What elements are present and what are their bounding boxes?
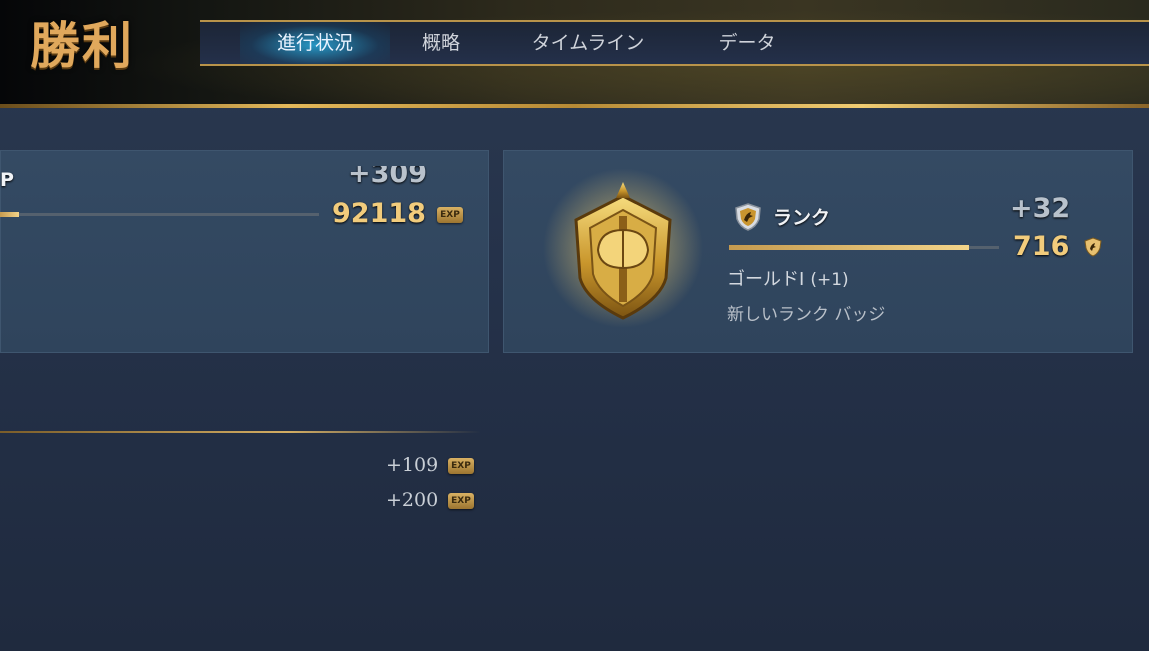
rank-gain: +32 bbox=[1010, 193, 1071, 224]
breakdown-value-1: +109 bbox=[386, 454, 439, 476]
gold-axe-shield-icon bbox=[543, 168, 703, 328]
tab-data[interactable]: データ bbox=[700, 22, 794, 64]
exp-icon: EXP bbox=[448, 493, 474, 509]
xp-total: 92118 bbox=[332, 198, 426, 229]
result-title: 勝利 bbox=[30, 16, 134, 75]
xp-label: P bbox=[0, 169, 14, 191]
exp-icon: EXP bbox=[448, 458, 474, 474]
rank-tier: ゴールドⅠ (+1) bbox=[727, 265, 849, 291]
xp-progress-fill bbox=[0, 212, 20, 217]
breakdown-value-2: +200 bbox=[386, 489, 439, 511]
xp-progress-bar bbox=[0, 212, 319, 217]
rank-points: 716 bbox=[1013, 231, 1070, 262]
tab-bar: 進行状況 概略 タイムライン データ bbox=[200, 20, 1149, 66]
exp-icon: EXP bbox=[437, 207, 463, 223]
top-header: 勝利 進行状況 概略 タイムライン データ bbox=[0, 0, 1149, 108]
section-divider bbox=[0, 431, 480, 433]
rank-tier-name: ゴールドⅠ bbox=[727, 269, 805, 290]
tab-summary[interactable]: 概略 bbox=[400, 22, 482, 64]
new-rank-badge-text: 新しいランク バッジ bbox=[727, 305, 886, 325]
tab-progress[interactable]: 進行状況 bbox=[240, 22, 390, 64]
rank-tier-change: (+1) bbox=[810, 270, 849, 290]
rank-label: ランク bbox=[773, 207, 831, 229]
rank-points-icon bbox=[1084, 237, 1102, 257]
rank-progress-bar bbox=[729, 245, 999, 250]
tab-timeline[interactable]: タイムライン bbox=[512, 22, 664, 64]
rank-shield-icon bbox=[735, 203, 761, 231]
rank-progress-fill bbox=[729, 245, 970, 250]
